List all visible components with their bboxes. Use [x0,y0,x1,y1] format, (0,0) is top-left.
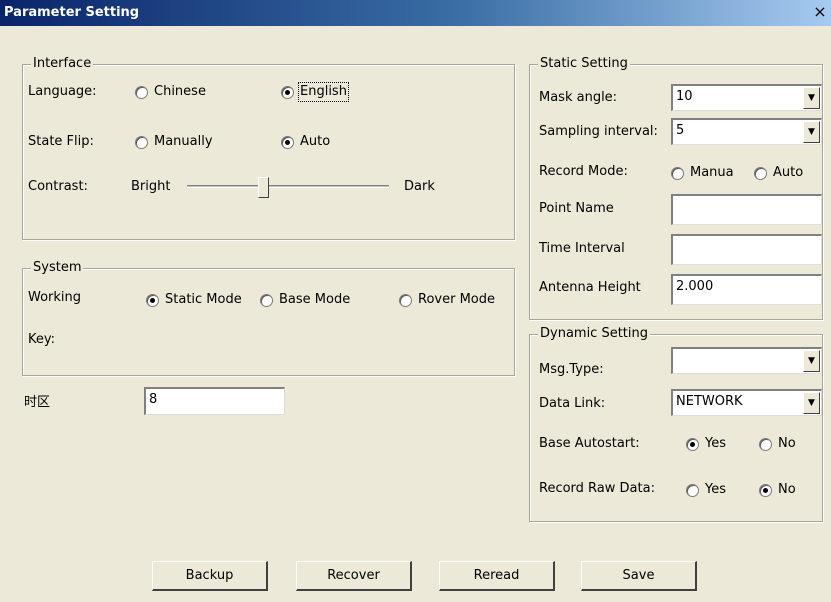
radio-indicator [135,135,148,149]
autostart-yes-radio[interactable]: Yes [686,436,726,452]
close-button[interactable]: × [811,3,829,23]
mask-angle-select[interactable]: 10 ▼ [671,84,822,111]
data-link-label: Data Link: [539,396,606,411]
dropdown-arrow-icon[interactable]: ▼ [803,350,820,372]
contrast-bright-label: Bright [131,179,171,194]
sampling-interval-label: Sampling interval: [539,124,658,139]
radio-indicator [399,293,412,307]
contrast-slider-thumb[interactable] [258,177,270,198]
record-raw-data-label: Record Raw Data: [539,481,655,496]
base-autostart-label: Base Autostart: [539,436,640,451]
radio-indicator [146,293,159,307]
mode-static-radio[interactable]: Static Mode [146,292,242,308]
system-group: System [22,260,515,376]
record-mode-label: Record Mode: [539,164,628,179]
dropdown-arrow-icon[interactable]: ▼ [803,87,820,109]
language-english-radio[interactable]: English [281,82,349,102]
working-label: Working [28,290,82,305]
radio-indicator [260,293,273,307]
raw-no-radio[interactable]: No [759,482,796,498]
language-chinese-radio[interactable]: Chinese [135,84,206,100]
system-legend: System [31,260,84,276]
antenna-height-label: Antenna Height [539,280,641,295]
mode-rover-radio[interactable]: Rover Mode [399,292,495,308]
time-interval-label: Time Interval [539,241,625,256]
flip-auto-radio[interactable]: Auto [281,134,330,150]
dropdown-arrow-icon[interactable]: ▼ [803,121,820,143]
contrast-label: Contrast: [28,179,88,194]
radio-indicator [281,85,294,99]
timezone-input[interactable]: 8 [144,387,285,415]
point-name-label: Point Name [539,201,614,216]
flip-manually-radio[interactable]: Manually [135,134,213,150]
raw-yes-radio[interactable]: Yes [686,482,726,498]
radio-indicator [686,483,699,497]
reread-button[interactable]: Reread [439,561,555,591]
timezone-label: 时区 [24,395,51,410]
contrast-dark-label: Dark [404,179,435,194]
sampling-interval-select[interactable]: 5 ▼ [671,118,822,145]
static-legend: Static Setting [538,56,630,72]
contrast-slider-track[interactable] [187,185,389,188]
antenna-height-input[interactable]: 2.000 [671,274,822,305]
radio-indicator [759,437,772,451]
data-link-select[interactable]: NETWORK ▼ [671,389,822,416]
autostart-no-radio[interactable]: No [759,436,796,452]
radio-indicator [754,166,767,180]
time-interval-input[interactable] [671,234,822,265]
interface-legend: Interface [31,56,94,72]
title-bar: Parameter Setting × [0,0,831,26]
mask-angle-label: Mask angle: [539,90,618,105]
record-auto-radio[interactable]: Auto [754,165,803,181]
key-label: Key: [28,332,56,347]
radio-indicator [759,483,772,497]
radio-indicator [671,166,684,180]
record-manual-radio[interactable]: Manua [671,165,734,181]
radio-indicator [281,135,294,149]
msg-type-select[interactable]: ▼ [671,347,822,374]
mode-base-radio[interactable]: Base Mode [260,292,350,308]
msg-type-label: Msg.Type: [539,362,604,377]
language-label: Language: [28,84,97,99]
point-name-input[interactable] [671,194,822,225]
radio-indicator [686,437,699,451]
dropdown-arrow-icon[interactable]: ▼ [803,392,820,414]
backup-button[interactable]: Backup [152,561,268,591]
state-flip-label: State Flip: [28,134,94,149]
window-title: Parameter Setting [4,5,140,20]
save-button[interactable]: Save [581,561,697,591]
dynamic-legend: Dynamic Setting [538,326,651,342]
radio-indicator [135,85,148,99]
recover-button[interactable]: Recover [296,561,412,591]
